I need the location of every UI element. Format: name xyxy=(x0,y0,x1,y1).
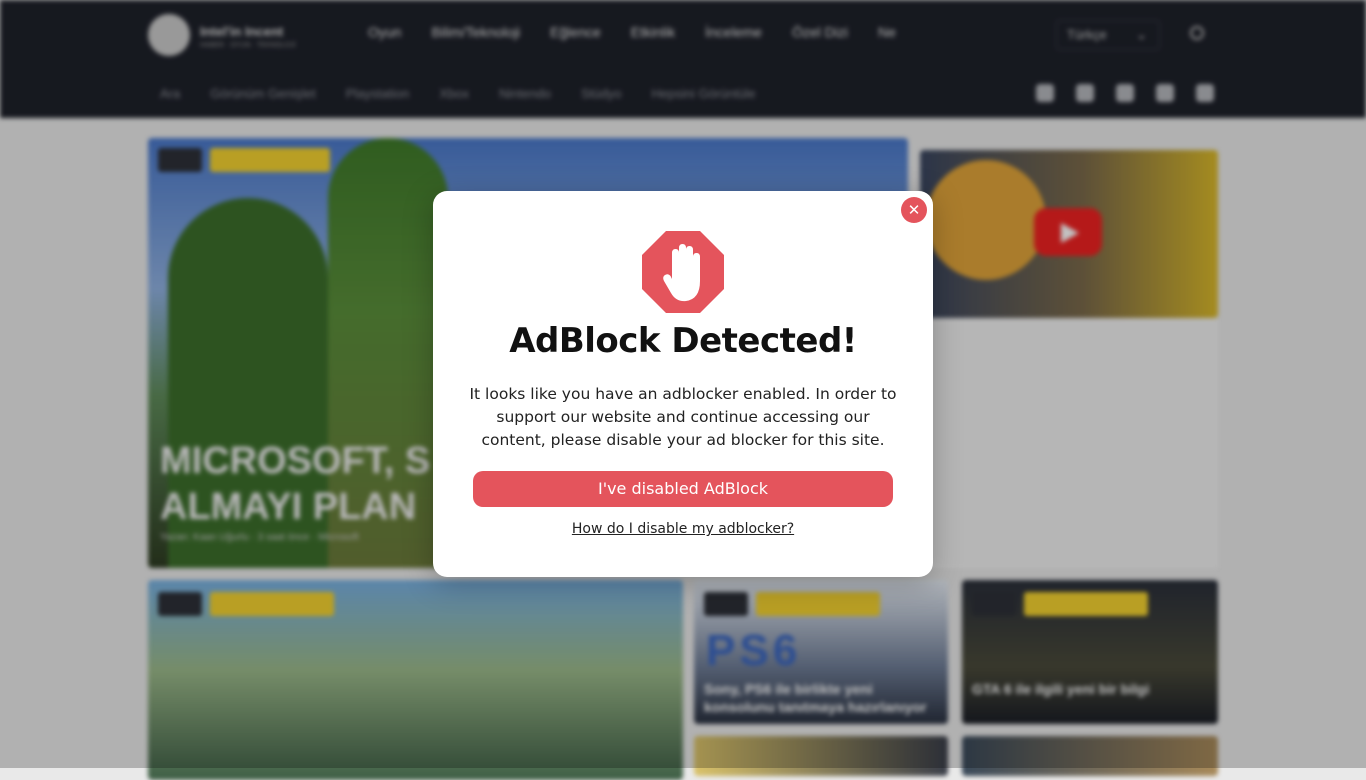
disable-adblocker-help-link[interactable]: How do I disable my adblocker? xyxy=(433,521,933,537)
adblock-modal: ✕ AdBlock Detected! It looks like you ha… xyxy=(433,191,933,577)
modal-title: AdBlock Detected! xyxy=(509,321,857,361)
disabled-adblock-button[interactable]: I've disabled AdBlock xyxy=(473,471,893,507)
close-icon: ✕ xyxy=(907,201,921,219)
modal-message: It looks like you have an adblocker enab… xyxy=(469,385,897,449)
stop-hand-icon xyxy=(642,231,724,313)
close-button[interactable]: ✕ xyxy=(901,197,927,223)
